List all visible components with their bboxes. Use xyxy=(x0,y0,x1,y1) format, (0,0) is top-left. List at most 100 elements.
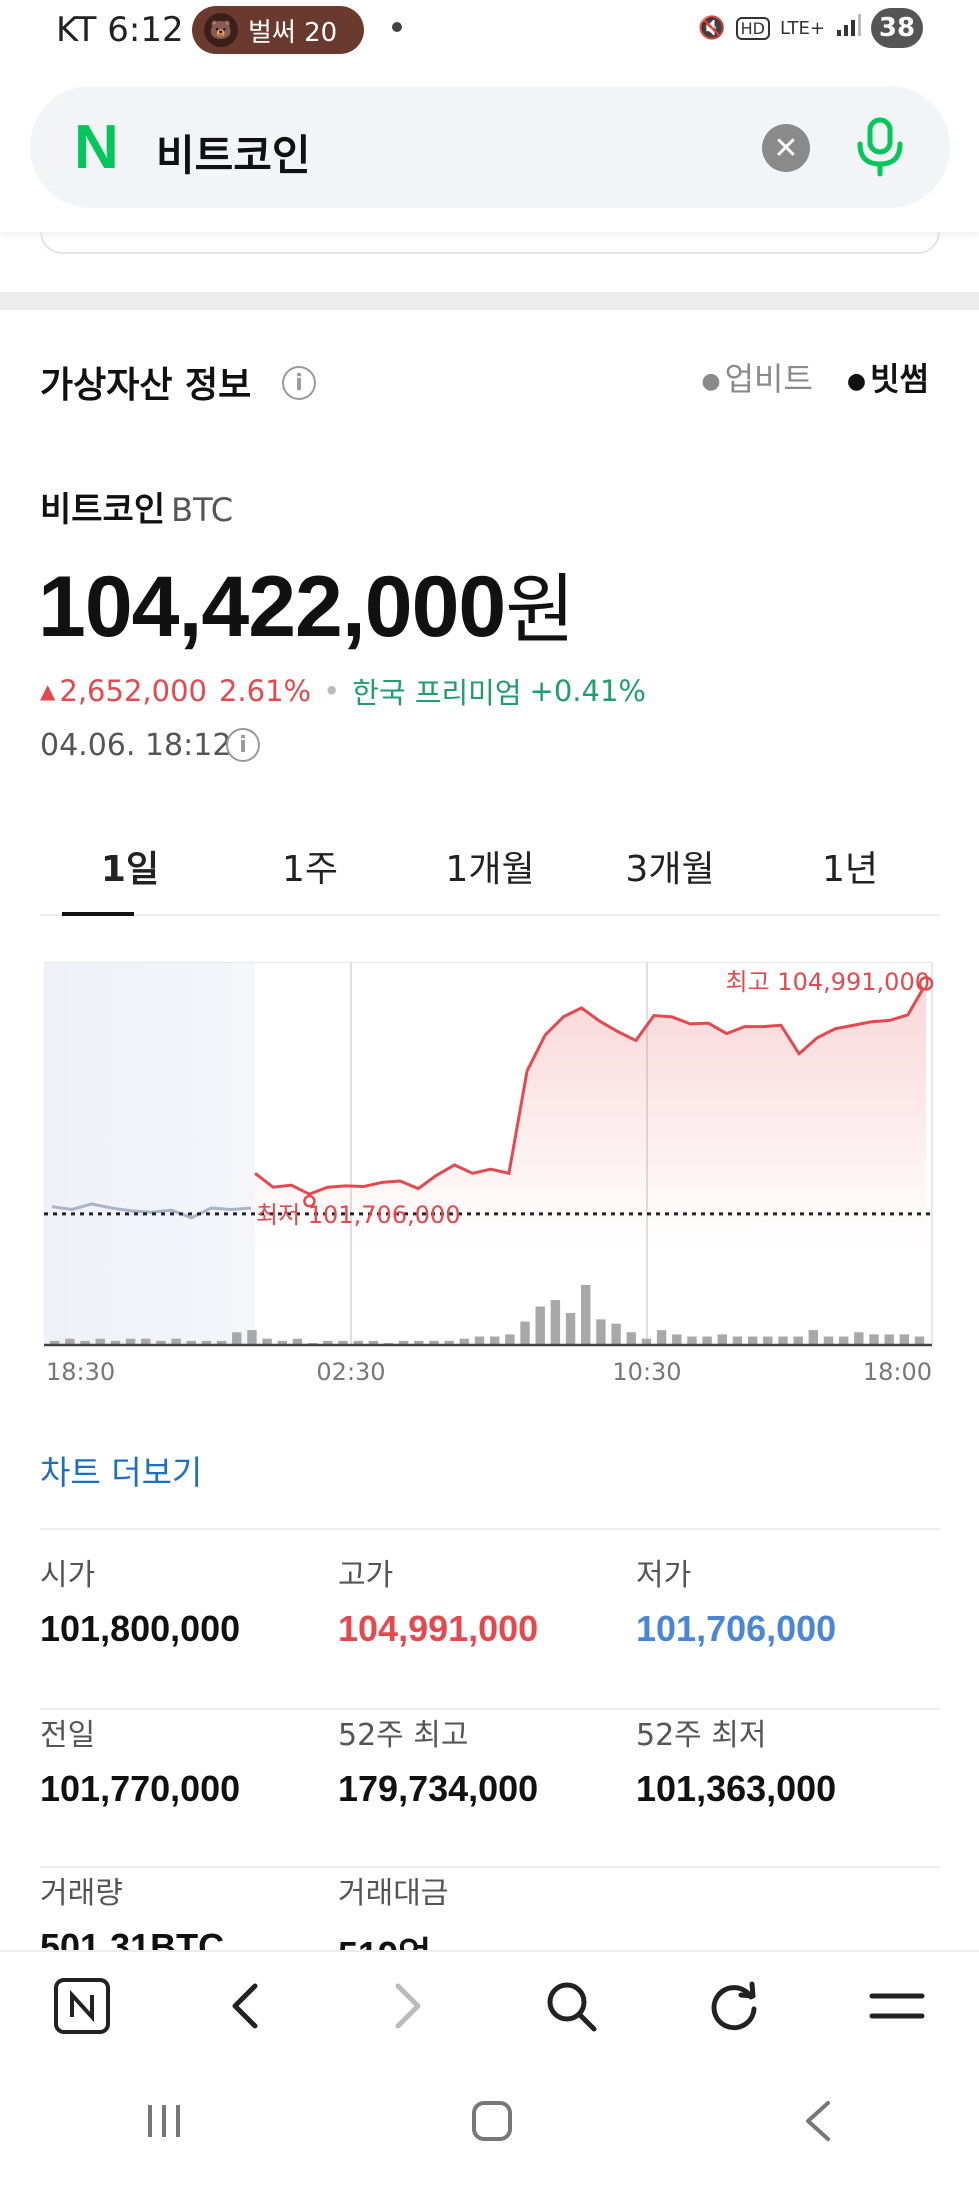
price-change: ▲ 2,652,000 2.61% • 한국 프리미엄 +0.41% xyxy=(40,670,646,712)
volume-bar xyxy=(702,1336,712,1345)
change-percent: 2.61% xyxy=(218,674,312,708)
home-button[interactable] xyxy=(471,2100,513,2146)
notification-text: 벌써 20 xyxy=(248,17,338,48)
volume-bar xyxy=(672,1334,682,1345)
search-input[interactable]: 비트코인 xyxy=(156,122,311,183)
system-back-button[interactable] xyxy=(800,2099,836,2147)
system-back-icon xyxy=(805,2100,830,2141)
volume-bar xyxy=(747,1336,758,1345)
volume-bar xyxy=(626,1332,636,1345)
stat-52w-high: 52주 최고 179,734,000 xyxy=(338,1718,539,1809)
tab-1week[interactable]: 1주 xyxy=(220,834,400,914)
timestamp-info-icon[interactable]: i xyxy=(226,728,260,762)
volume-bar xyxy=(763,1336,773,1345)
mic-icon xyxy=(857,117,903,177)
stat-prev-close: 전일 101,770,000 xyxy=(40,1718,241,1809)
volume-bar xyxy=(490,1336,500,1345)
price-unit: 원 xyxy=(505,568,575,653)
volume-bar xyxy=(914,1336,925,1345)
high-label: 최고 104,991,000 xyxy=(726,968,930,996)
tab-1day[interactable]: 1일 xyxy=(40,834,220,916)
x-tick-label: 18:00 xyxy=(863,1358,932,1386)
volume-bar xyxy=(520,1321,530,1345)
chart-more-link[interactable]: 차트 더보기 xyxy=(40,1446,202,1494)
volume-bar xyxy=(656,1330,667,1345)
low-label: 최저 101,706,000 xyxy=(256,1201,460,1229)
home-icon xyxy=(471,2100,512,2141)
volume-bar xyxy=(717,1334,727,1345)
search-header: N 비트코인 ✕ xyxy=(0,62,979,232)
stats-divider xyxy=(40,1528,940,1530)
premium-value: +0.41% xyxy=(529,674,646,708)
volume-bar xyxy=(474,1336,485,1345)
separator-dot: • xyxy=(323,674,341,708)
recent-apps-icon xyxy=(147,2104,180,2137)
coin-name: 비트코인 BTC xyxy=(40,482,233,531)
naver-logo-icon[interactable]: N xyxy=(74,117,130,179)
volume-bar xyxy=(854,1332,864,1345)
clear-search-button[interactable]: ✕ xyxy=(762,124,810,172)
x-tick-label: 02:30 xyxy=(316,1358,385,1386)
volume-bar xyxy=(247,1330,257,1345)
stat-low: 저가 101,706,000 xyxy=(636,1558,837,1649)
back-button[interactable] xyxy=(210,1971,280,2041)
search-icon xyxy=(547,1982,597,2032)
browser-toolbar xyxy=(0,1950,979,2060)
volume-bar xyxy=(793,1336,803,1345)
volume-bar xyxy=(611,1323,621,1345)
tab-bithumb[interactable]: ● 빗썸 xyxy=(847,354,929,400)
lte-icon: LTE+ xyxy=(780,17,825,39)
volume-bar xyxy=(565,1312,576,1345)
voice-search-button[interactable] xyxy=(850,116,910,178)
stats-row-1: 시가 101,800,000 고가 104,991,000 저가 101,706,00… xyxy=(40,1550,940,1710)
volume-bar xyxy=(732,1336,743,1345)
reload-icon xyxy=(711,1981,757,2031)
forward-icon xyxy=(395,1983,421,2029)
stat-open: 시가 101,800,000 xyxy=(40,1558,241,1649)
volume-bar xyxy=(596,1319,606,1345)
stat-high: 고가 104,991,000 xyxy=(338,1558,539,1649)
stats-row-2: 전일 101,770,000 52주 최고 179,734,000 52주 최저 10… xyxy=(40,1710,940,1868)
tab-3month[interactable]: 3개월 xyxy=(580,834,760,914)
search-bar[interactable]: N 비트코인 ✕ xyxy=(30,86,950,208)
volume-bar xyxy=(687,1336,697,1345)
price-chart[interactable]: 최저 101,706,000 최고 104,991,000 18:30 02:30 10… xyxy=(40,962,940,1392)
back-icon xyxy=(232,1983,258,2029)
hd-icon: HD xyxy=(735,16,770,40)
close-icon: ✕ xyxy=(773,130,799,166)
menu-button[interactable] xyxy=(862,1971,932,2041)
volume-bar xyxy=(778,1336,788,1345)
volume-bar xyxy=(869,1334,879,1345)
premium-label: 한국 프리미엄 xyxy=(352,676,522,710)
volume-bar xyxy=(505,1334,515,1345)
tab-1month[interactable]: 1개월 xyxy=(400,834,580,914)
stat-52w-low: 52주 최저 101,363,000 xyxy=(636,1718,837,1809)
volume-bar xyxy=(899,1334,910,1345)
stat-volume: 거래량 501.31BTC xyxy=(40,1876,225,1950)
previous-card-edge xyxy=(40,232,940,254)
reload-button[interactable] xyxy=(699,1971,769,2041)
carrier-time: KT 6:12 xyxy=(56,10,184,50)
info-icon[interactable]: i xyxy=(282,366,316,400)
x-tick-label: 18:30 xyxy=(46,1358,115,1386)
recent-apps-button[interactable] xyxy=(144,2101,184,2145)
price-value: 104,422,000 xyxy=(38,559,506,655)
status-bar: KT 6:12 🐻 벌써 20 🔇 HD LTE+ 38 xyxy=(0,0,979,62)
volume-bar xyxy=(550,1300,561,1345)
volume-bar xyxy=(535,1306,545,1345)
naver-home-button[interactable] xyxy=(47,1971,117,2041)
forward-button[interactable] xyxy=(373,1971,443,2041)
stat-trade-value: 거래대금519억 xyxy=(338,1876,449,1950)
notification-pill[interactable]: 🐻 벌써 20 xyxy=(192,6,364,54)
volume-bar xyxy=(884,1334,894,1345)
battery-icon: 38 xyxy=(871,8,923,48)
signal-icon xyxy=(835,12,861,44)
mute-icon: 🔇 xyxy=(698,15,726,41)
price-timestamp: 04.06. 18:12 xyxy=(40,728,232,763)
search-button[interactable] xyxy=(536,1971,606,2041)
naver-home-icon xyxy=(53,1978,110,2034)
menu-icon xyxy=(869,1993,925,2019)
tab-upbit[interactable]: ● 업비트 xyxy=(701,354,813,400)
section-divider xyxy=(0,292,979,310)
tab-1year[interactable]: 1년 xyxy=(760,834,940,914)
